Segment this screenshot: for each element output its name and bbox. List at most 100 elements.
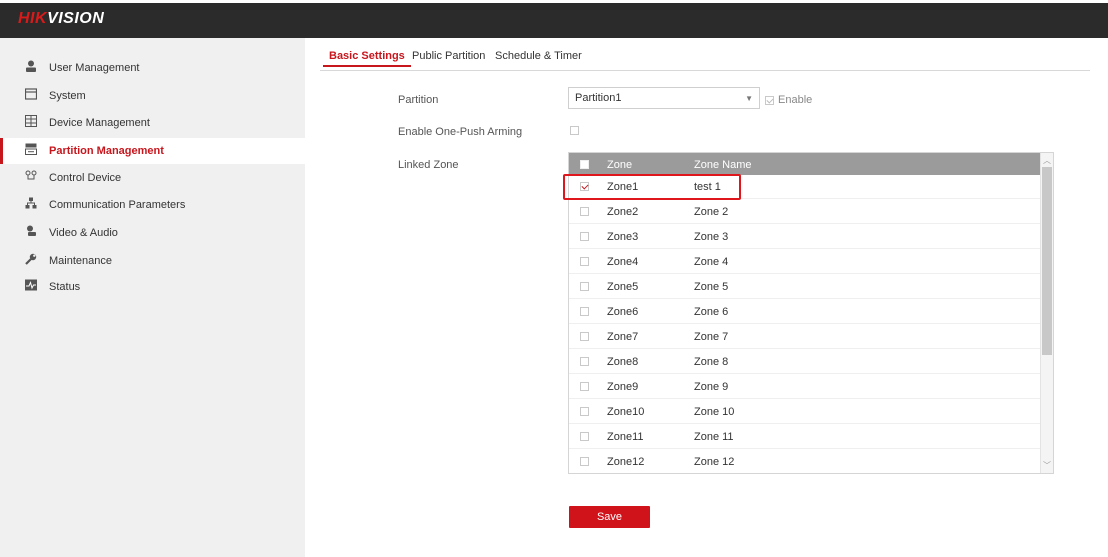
linked-zone-label: Linked Zone	[398, 159, 459, 171]
sidebar-item-label: Video & Audio	[49, 227, 118, 239]
zone-checkbox[interactable]	[580, 357, 589, 366]
zone-checkbox[interactable]	[580, 257, 589, 266]
one-push-arming-checkbox[interactable]	[570, 126, 579, 135]
sidebar-item-partition-management[interactable]: Partition Management	[0, 138, 305, 164]
tab-schedule-timer[interactable]: Schedule & Timer	[495, 50, 582, 62]
zone-cell: Zone10	[607, 406, 645, 418]
zone-cell: Zone7	[607, 331, 639, 343]
zone-cell: Zone3	[607, 231, 639, 243]
table-row[interactable]: Zone7 Zone 7	[569, 325, 1041, 349]
zone-cell: Zone2	[607, 206, 639, 218]
partition-select-value: Partition1	[575, 92, 622, 104]
sidebar-item-label: Communication Parameters	[49, 199, 186, 211]
zone-name-cell: Zone 2	[694, 206, 729, 218]
zone-cell: Zone5	[607, 281, 639, 293]
device-icon	[24, 115, 38, 129]
linked-zone-table: Zone Zone Name Zone1 test 1 Zone2 Zone 2 Zon…	[568, 152, 1054, 474]
system-icon	[24, 88, 38, 102]
sidebar-item-system[interactable]: System	[0, 83, 305, 109]
sidebar-item-video-audio[interactable]: Video & Audio	[0, 220, 305, 246]
table-row[interactable]: Zone4 Zone 4	[569, 250, 1041, 274]
select-all-checkbox[interactable]	[580, 160, 589, 169]
partition-select[interactable]: Partition1 ▼	[568, 87, 760, 109]
zone-cell: Zone4	[607, 256, 639, 268]
zone-cell: Zone6	[607, 306, 639, 318]
tab-label: Schedule & Timer	[495, 50, 582, 62]
zone-name-cell: Zone 12	[694, 456, 735, 468]
zone-cell: Zone12	[607, 456, 645, 468]
scroll-down-icon[interactable]: ﹀	[1043, 460, 1051, 471]
active-tab-underline	[323, 65, 411, 67]
status-icon	[24, 279, 38, 293]
tab-basic-settings[interactable]: Basic Settings	[323, 50, 411, 67]
table-row[interactable]: Zone10 Zone 10	[569, 400, 1041, 424]
table-row[interactable]: Zone2 Zone 2	[569, 200, 1041, 224]
tab-public-partition[interactable]: Public Partition	[412, 50, 485, 62]
zone-checkbox[interactable]	[580, 407, 589, 416]
zone-name-cell: Zone 7	[694, 331, 729, 343]
zone-checkbox[interactable]	[580, 382, 589, 391]
save-button[interactable]: Save	[569, 506, 650, 528]
hikvision-logo: HIKVISION	[18, 10, 104, 28]
table-row[interactable]: Zone11 Zone 11	[569, 425, 1041, 449]
zone-name-cell: Zone 6	[694, 306, 729, 318]
table-row[interactable]: Zone6 Zone 6	[569, 300, 1041, 324]
table-row[interactable]: Zone12 Zone 12	[569, 450, 1041, 473]
table-scrollbar[interactable]: ︿ ﹀	[1040, 153, 1053, 473]
zone-cell: Zone9	[607, 381, 639, 393]
zone-checkbox[interactable]	[580, 282, 589, 291]
table-row[interactable]: Zone3 Zone 3	[569, 225, 1041, 249]
sidebar-item-label: User Management	[49, 62, 140, 74]
sidebar-item-label: Status	[49, 281, 81, 293]
partition-label: Partition	[398, 94, 439, 106]
zone-checkbox[interactable]	[580, 207, 589, 216]
partition-icon	[24, 143, 38, 157]
zone-name-cell: Zone 8	[694, 356, 729, 368]
enable-checkbox[interactable]	[765, 96, 774, 105]
sidebar-item-label: Device Management	[49, 117, 150, 129]
sidebar-item-user-management[interactable]: User Management	[0, 55, 305, 81]
zone-checkbox[interactable]	[580, 232, 589, 241]
top-bar: HIKVISION	[0, 0, 1108, 38]
sidebar-item-control-device[interactable]: Control Device	[0, 165, 305, 191]
tab-label: Basic Settings	[329, 50, 405, 62]
camera-icon	[24, 225, 38, 239]
zone-name-cell: Zone 11	[694, 431, 734, 443]
scroll-up-icon[interactable]: ︿	[1043, 155, 1051, 166]
zone-checkbox[interactable]	[580, 332, 589, 341]
zone-name-cell: Zone 9	[694, 381, 729, 393]
sidebar-item-label: Control Device	[49, 172, 122, 184]
highlight-box	[563, 174, 741, 200]
zone-cell: Zone8	[607, 356, 639, 368]
chevron-down-icon: ▼	[745, 94, 753, 103]
zone-name-cell: Zone 3	[694, 231, 729, 243]
sidebar-item-maintenance[interactable]: Maintenance	[0, 248, 305, 274]
sidebar-item-status[interactable]: Status	[0, 274, 305, 300]
zone-checkbox[interactable]	[580, 457, 589, 466]
logo-brand: HIK	[18, 10, 48, 27]
column-header-zone-name: Zone Name	[694, 159, 752, 171]
logo-rest: VISION	[47, 10, 105, 27]
sidebar: User Management System Device Management…	[0, 38, 305, 557]
sidebar-item-label: Maintenance	[49, 255, 112, 267]
scrollbar-thumb[interactable]	[1042, 167, 1052, 355]
table-row[interactable]: Zone5 Zone 5	[569, 275, 1041, 299]
one-push-arming-label: Enable One-Push Arming	[398, 126, 523, 138]
sidebar-item-device-management[interactable]: Device Management	[0, 110, 305, 136]
table-header: Zone Zone Name	[569, 153, 1041, 175]
wrench-icon	[24, 253, 38, 267]
enable-label: Enable	[778, 94, 813, 106]
user-icon	[24, 60, 38, 74]
zone-name-cell: Zone 4	[694, 256, 729, 268]
tab-label: Public Partition	[412, 50, 486, 62]
table-row[interactable]: Zone8 Zone 8	[569, 350, 1041, 374]
column-header-zone: Zone	[607, 159, 633, 171]
sidebar-item-label: Partition Management	[49, 145, 164, 157]
table-row[interactable]: Zone9 Zone 9	[569, 375, 1041, 399]
zone-checkbox[interactable]	[580, 432, 589, 441]
zone-checkbox[interactable]	[580, 307, 589, 316]
sidebar-item-label: System	[49, 90, 86, 102]
sidebar-item-communication-parameters[interactable]: Communication Parameters	[0, 192, 305, 218]
active-indicator	[0, 138, 3, 164]
tab-bar: Basic Settings Public Partition Schedule…	[320, 50, 1090, 71]
